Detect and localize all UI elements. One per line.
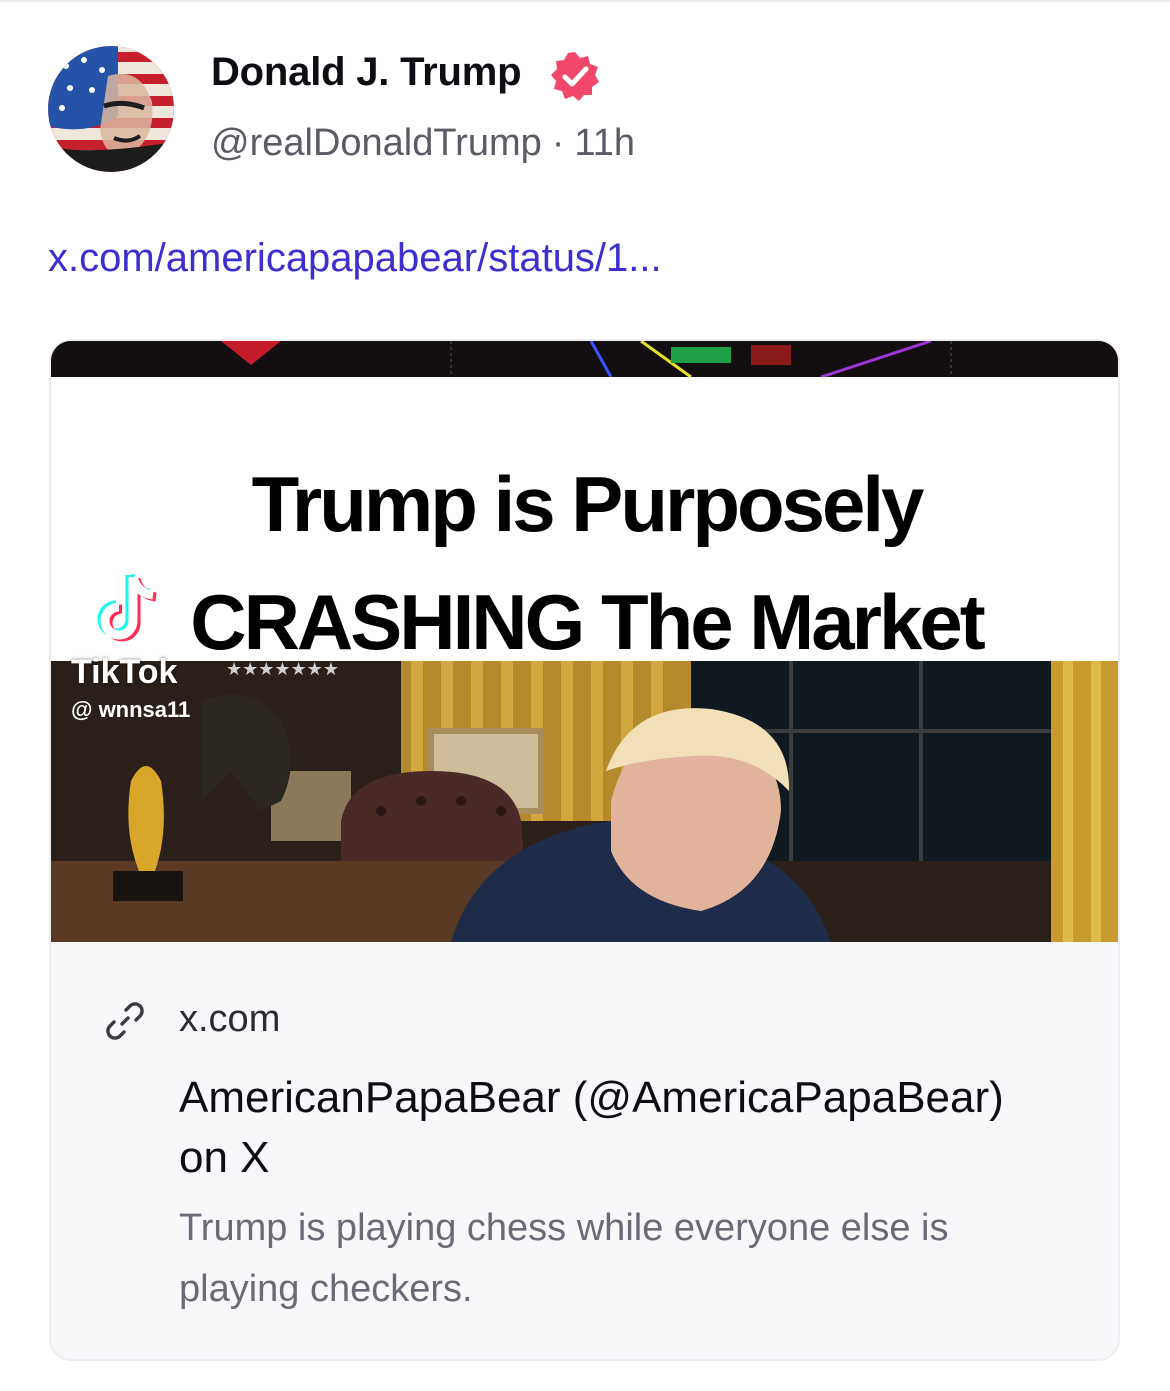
avatar-image — [48, 46, 174, 172]
svg-text:★★★★★★★: ★★★★★★★ — [226, 661, 339, 680]
top-divider — [0, 0, 1170, 2]
author-name[interactable]: Donald J. Trump — [211, 50, 522, 95]
avatar[interactable] — [48, 46, 174, 172]
post-link[interactable]: x.com/americapapabear/status/1... — [48, 236, 662, 281]
verified-badge-icon — [549, 50, 601, 102]
card-domain: x.com — [179, 998, 281, 1040]
card-description: Trump is playing chess while everyone el… — [179, 1207, 949, 1310]
link-chain-icon — [106, 1002, 144, 1040]
author-handle[interactable]: @realDonaldTrump — [211, 122, 542, 164]
card-title[interactable]: AmericanPapaBear (@AmericaPapaBear) on X — [179, 1068, 1059, 1188]
meta-separator: · — [551, 122, 565, 164]
thumbnail-headline: Trump is Purposely CRASHING The Market — [51, 445, 1118, 681]
thumbnail-top-strip — [51, 341, 1118, 379]
headline-line-1: Trump is Purposely — [251, 460, 925, 548]
post-timestamp[interactable]: 11h — [574, 122, 635, 164]
thumbnail-scene: ★★★★★★★ — [51, 661, 1118, 942]
tiktok-logo-icon — [97, 573, 157, 642]
link-preview-card[interactable]: Trump is Purposely CRASHING The Market ★… — [49, 339, 1120, 1361]
card-thumbnail: Trump is Purposely CRASHING The Market ★… — [51, 341, 1118, 942]
thumbnail-headline-box: Trump is Purposely CRASHING The Market — [51, 377, 1118, 666]
tiktok-watermark: TikTok — [71, 653, 178, 691]
card-body: x.com AmericanPapaBear (@AmericaPapaBear… — [51, 942, 1118, 1359]
tiktok-watermark-user: @ wnnsa11 — [71, 697, 191, 722]
handle-line: @realDonaldTrump · 11h — [211, 122, 635, 165]
